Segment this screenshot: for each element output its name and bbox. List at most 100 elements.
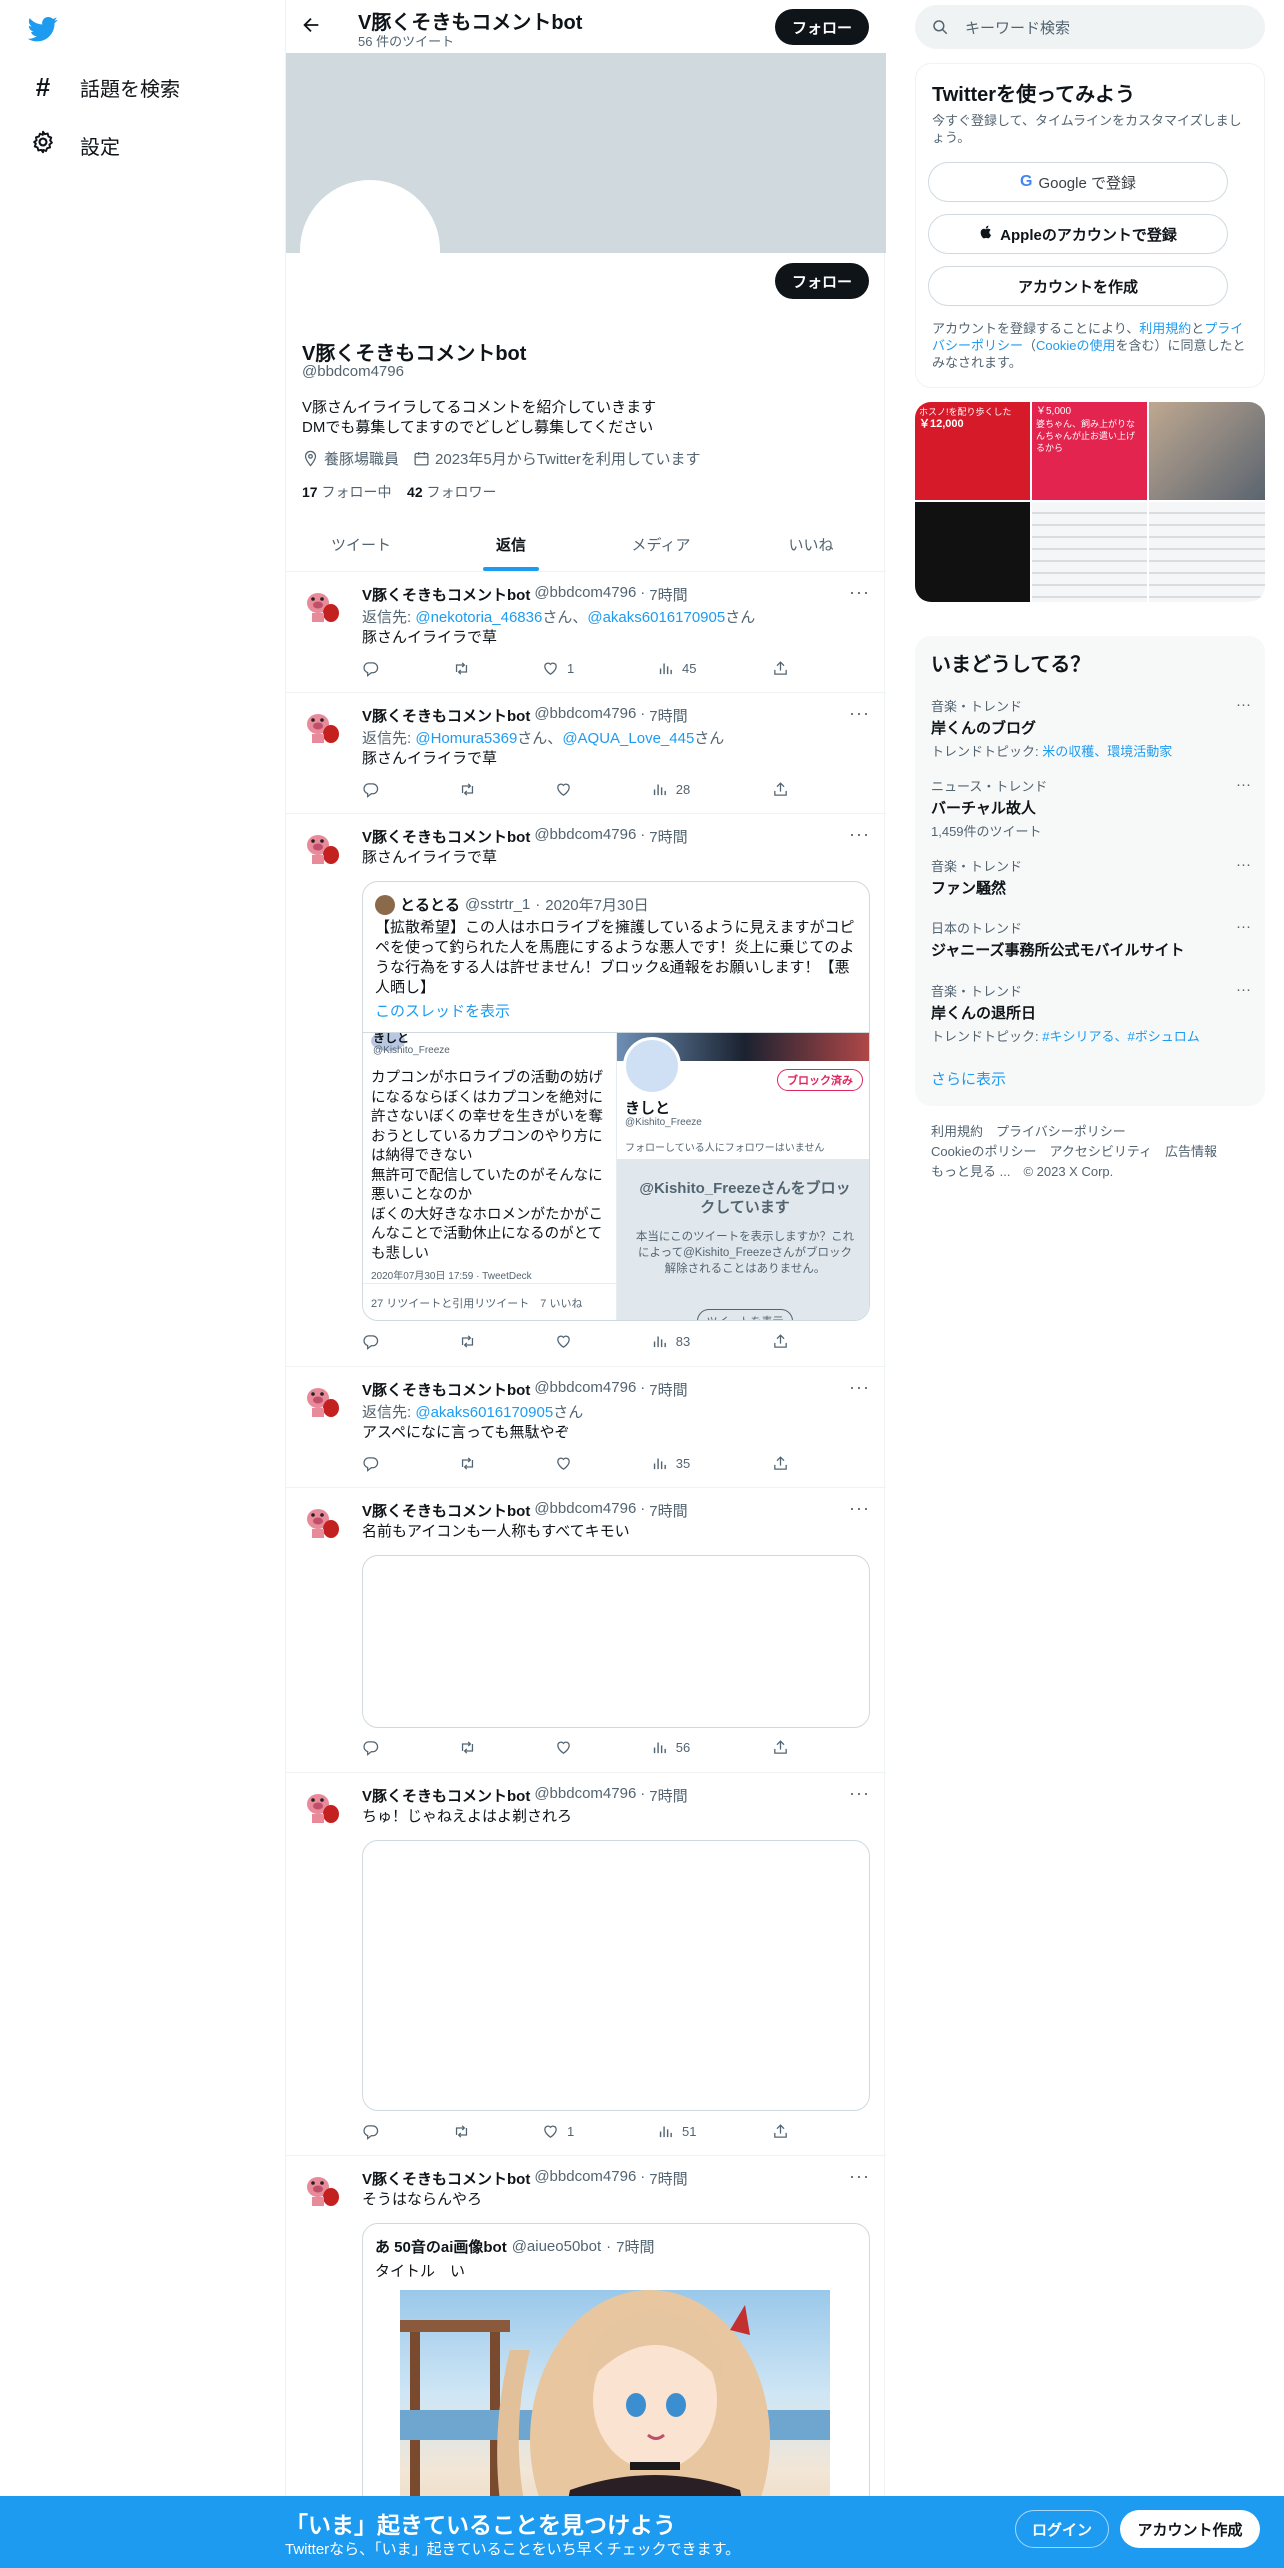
tweet-author-handle[interactable]: @bbdcom4796 <box>534 826 636 847</box>
retweet-button[interactable] <box>452 2123 502 2140</box>
google-signup-button[interactable]: G Google で登録 <box>928 162 1228 202</box>
show-thread-link[interactable]: このスレッドを表示 <box>375 1000 510 1021</box>
views-button[interactable]: 51 <box>657 2123 732 2140</box>
more-icon[interactable]: ··· <box>849 824 870 845</box>
retweet-button[interactable] <box>452 660 502 677</box>
following-link[interactable]: 17 フォロー中 <box>302 484 391 500</box>
show-more-trends-link[interactable]: さらに表示 <box>931 1068 1006 1089</box>
tweet-time[interactable]: 7時間 <box>649 1785 687 1806</box>
profile-media-grid[interactable]: ホスノ!を配り歩くした ￥12,000 ￥5,000 婆ちゃん、飼み上がりなんちゃん… <box>915 402 1265 602</box>
tweet-time[interactable]: 7時間 <box>649 1500 687 1521</box>
signup-button[interactable]: アカウント作成 <box>1120 2510 1260 2548</box>
more-icon[interactable]: ··· <box>849 2166 870 2187</box>
quoted-tweet-card[interactable] <box>362 1555 870 1728</box>
tweet[interactable]: V豚くそきもコメントbot @bbdcom4796 · 7時間 ··· 返信先: @n… <box>286 572 886 693</box>
tweet[interactable]: V豚くそきもコメントbot @bbdcom4796 · 7時間 ··· 返信先: @a… <box>286 1367 886 1488</box>
like-button[interactable] <box>555 781 605 798</box>
footer-line[interactable]: 利用規約 プライバシーポリシー <box>931 1122 1217 1142</box>
tweet-avatar[interactable] <box>302 2170 342 2210</box>
login-button[interactable]: ログイン <box>1015 2510 1109 2548</box>
tweet[interactable]: V豚くそきもコメントbot @bbdcom4796 · 7時間 ··· 豚さんイライラ… <box>286 814 886 1367</box>
more-icon[interactable]: ··· <box>849 1377 870 1398</box>
share-button[interactable] <box>772 660 792 677</box>
retweet-button[interactable] <box>458 781 508 798</box>
twitter-logo-icon[interactable] <box>27 14 58 48</box>
media-thumb[interactable]: ホスノ!を配り歩くした ￥12,000 <box>915 402 1030 500</box>
trend-item[interactable]: 日本のトレンド ジャニーズ事務所公式モバイルサイト ··· <box>931 918 1251 960</box>
tab-replies[interactable]: 返信 <box>436 518 586 571</box>
nav-settings[interactable]: 設定 <box>30 125 120 165</box>
reply-mention[interactable]: @akaks6016170905 <box>587 609 725 626</box>
media-thumb[interactable] <box>1032 502 1147 602</box>
tweet-avatar[interactable] <box>302 828 342 868</box>
quote-image[interactable]: きしと @Kishito_Freeze カプコンがホロライブの活動の妨げになるな… <box>363 1032 869 1320</box>
trend-item[interactable]: 音楽・トレンド ファン騒然 ··· <box>931 856 1251 898</box>
retweet-button[interactable] <box>458 1455 508 1472</box>
apple-signup-button[interactable]: Appleのアカウントで登録 <box>928 214 1228 254</box>
more-icon[interactable]: ··· <box>1236 856 1251 873</box>
reply-mention[interactable]: @nekotoria_46836 <box>415 609 542 626</box>
quoted-tweet-card[interactable] <box>362 1840 870 2111</box>
views-button[interactable]: 45 <box>657 660 732 677</box>
tweet-author-name[interactable]: V豚くそきもコメントbot <box>362 1785 530 1806</box>
nav-explore[interactable]: # 話題を検索 <box>30 67 180 107</box>
tweet-author-handle[interactable]: @bbdcom4796 <box>534 1379 636 1400</box>
tweet-author-handle[interactable]: @bbdcom4796 <box>534 584 636 605</box>
tweet-author-name[interactable]: V豚くそきもコメントbot <box>362 2168 530 2189</box>
tweet-avatar[interactable] <box>302 586 342 626</box>
tweet-author-name[interactable]: V豚くそきもコメントbot <box>362 1379 530 1400</box>
tweet-author-name[interactable]: V豚くそきもコメントbot <box>362 1500 530 1521</box>
tab-media[interactable]: メディア <box>586 518 736 571</box>
tweet-avatar[interactable] <box>302 1787 342 1827</box>
reply-button[interactable] <box>362 1333 412 1350</box>
tab-likes[interactable]: いいね <box>736 518 886 571</box>
trend-topic-link[interactable]: 米の収穫、環境活動家 <box>1042 744 1172 759</box>
header-follow-button[interactable]: フォロー <box>775 9 869 45</box>
follow-button[interactable]: フォロー <box>775 263 869 299</box>
search-box[interactable]: キーワード検索 <box>915 5 1265 49</box>
media-thumb[interactable] <box>1149 502 1265 602</box>
more-icon[interactable]: ··· <box>849 1498 870 1519</box>
tweet-author-handle[interactable]: @bbdcom4796 <box>534 1500 636 1521</box>
tweet-author-handle[interactable]: @bbdcom4796 <box>534 705 636 726</box>
like-button[interactable] <box>555 1739 605 1756</box>
footer-line[interactable]: もっと見る ... © 2023 X Corp. <box>931 1162 1217 1182</box>
views-button[interactable]: 35 <box>651 1455 726 1472</box>
trend-item[interactable]: 音楽・トレンド 岸くんの退所日 トレンドトピック: #キシリアる、#ボシュロム … <box>931 981 1251 1045</box>
followers-link[interactable]: 42 フォロワー <box>407 484 496 500</box>
like-button[interactable]: 1 <box>542 660 617 677</box>
reply-mention[interactable]: @AQUA_Love_445 <box>562 730 694 747</box>
tweet-author-handle[interactable]: @bbdcom4796 <box>534 1785 636 1806</box>
share-button[interactable] <box>772 1739 792 1756</box>
media-thumb[interactable]: ￥5,000 婆ちゃん、飼み上がりなんちゃんが止お遣い上げるから <box>1032 402 1147 500</box>
tweet-time[interactable]: 7時間 <box>649 2168 687 2189</box>
reply-mention[interactable]: @Homura5369 <box>415 730 517 747</box>
media-thumb[interactable] <box>1149 402 1265 500</box>
trend-item[interactable]: 音楽・トレンド 岸くんのブログ トレンドトピック: 米の収穫、環境活動家 ··· <box>931 696 1251 760</box>
more-icon[interactable]: ··· <box>1236 981 1251 998</box>
tab-tweets[interactable]: ツイート <box>286 518 436 571</box>
more-icon[interactable]: ··· <box>849 1783 870 1804</box>
share-button[interactable] <box>772 781 792 798</box>
more-icon[interactable]: ··· <box>1236 776 1251 793</box>
trend-topic-link[interactable]: #キシリアる、#ボシュロム <box>1042 1029 1199 1044</box>
trend-item[interactable]: ニュース・トレンド バーチャル故人 1,459件のツイート ··· <box>931 776 1251 840</box>
tweet-time[interactable]: 7時間 <box>649 826 687 847</box>
tweet-time[interactable]: 7時間 <box>649 584 687 605</box>
profile-avatar[interactable] <box>300 180 440 320</box>
views-button[interactable]: 56 <box>651 1739 726 1756</box>
like-button[interactable] <box>555 1333 605 1350</box>
share-button[interactable] <box>772 1333 792 1350</box>
tweet[interactable]: V豚くそきもコメントbot @bbdcom4796 · 7時間 ··· 返信先: @H… <box>286 693 886 814</box>
reply-button[interactable] <box>362 2123 412 2140</box>
reply-button[interactable] <box>362 660 412 677</box>
like-button[interactable]: 1 <box>542 2123 617 2140</box>
retweet-button[interactable] <box>458 1333 508 1350</box>
cookie-link[interactable]: Cookieの使用 <box>1036 338 1115 353</box>
more-icon[interactable]: ··· <box>849 703 870 724</box>
tweet-author-name[interactable]: V豚くそきもコメントbot <box>362 826 530 847</box>
tweet-author-name[interactable]: V豚くそきもコメントbot <box>362 584 530 605</box>
views-button[interactable]: 28 <box>651 781 726 798</box>
more-icon[interactable]: ··· <box>1236 918 1251 935</box>
tweet-time[interactable]: 7時間 <box>649 1379 687 1400</box>
